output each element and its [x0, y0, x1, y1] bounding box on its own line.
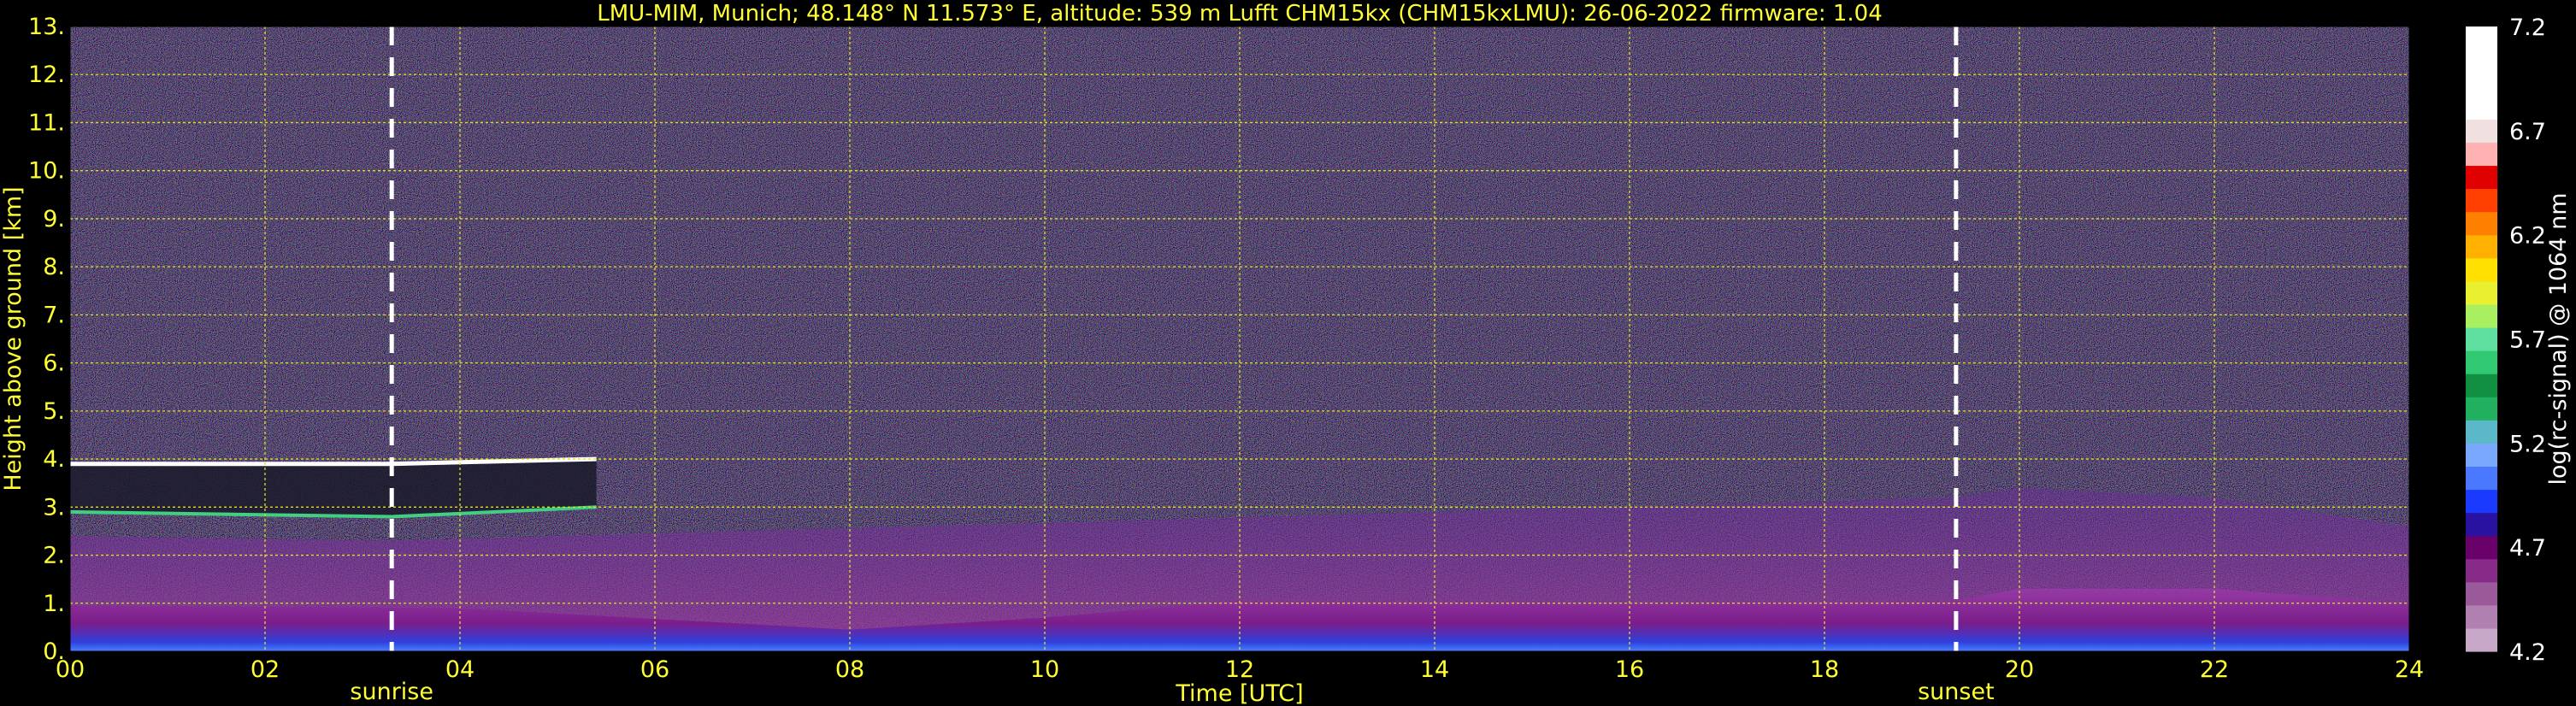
colorbar-segment	[2466, 535, 2497, 560]
y-tick-9: 9.	[43, 206, 65, 232]
colorbar-segment	[2466, 420, 2497, 444]
y-tick-8: 8.	[43, 254, 65, 280]
colorbar-segment	[2466, 604, 2497, 629]
colorbar-segment	[2466, 165, 2497, 190]
ceilometer-chart: LMU-MIM, Munich; 48.148° N 11.573° E, al…	[0, 1, 2572, 706]
x-axis-label: Time [UTC]	[1175, 680, 1303, 706]
colorbar-segment	[2466, 443, 2497, 468]
colorbar-segment	[2466, 73, 2497, 97]
colorbar-segment	[2466, 96, 2497, 120]
colorbar-segment	[2466, 303, 2497, 328]
colorbar-segment	[2466, 142, 2497, 167]
colorbar-tick-4.2: 4.2	[2509, 639, 2546, 666]
sun-marker-labels: sunrise sunset	[350, 679, 1994, 705]
colorbar-segment	[2466, 211, 2497, 236]
colorbar	[2466, 26, 2497, 652]
colorbar-segment	[2466, 489, 2497, 514]
x-tick-08: 08	[835, 656, 864, 683]
colorbar-segment	[2466, 26, 2497, 50]
cloud-layer	[70, 459, 597, 517]
colorbar-tick-labels: 7.2 6.7 6.2 5.7 5.2 4.7 4.2	[2509, 15, 2546, 666]
x-tick-14: 14	[1420, 656, 1449, 683]
colorbar-segment	[2466, 234, 2497, 259]
colorbar-segment	[2466, 119, 2497, 143]
y-tick-10: 10.	[28, 158, 65, 185]
y-tick-6: 6.	[43, 350, 65, 377]
colorbar-tick-7.2: 7.2	[2509, 15, 2546, 41]
x-tick-10: 10	[1030, 656, 1059, 683]
y-tick-12: 12.	[28, 62, 65, 88]
x-tick-12: 12	[1225, 656, 1254, 683]
x-tick-22: 22	[2200, 656, 2229, 683]
sunrise-label: sunrise	[350, 679, 433, 705]
colorbar-segment	[2466, 558, 2497, 583]
y-tick-3: 3.	[43, 494, 65, 521]
colorbar-tick-6.2: 6.2	[2509, 223, 2546, 250]
colorbar-segment	[2466, 50, 2497, 74]
y-tick-1: 1.	[43, 591, 65, 617]
colorbar-tick-5.2: 5.2	[2509, 431, 2546, 457]
colorbar-tick-4.7: 4.7	[2509, 535, 2546, 562]
x-tick-02: 02	[251, 656, 280, 683]
colorbar-segment	[2466, 374, 2497, 397]
y-tick-7: 7.	[43, 302, 65, 328]
colorbar-segment	[2466, 257, 2497, 282]
x-tick-20: 20	[2005, 656, 2034, 683]
colorbar-segment	[2466, 581, 2497, 606]
y-tick-4: 4.	[43, 446, 65, 473]
colorbar-segment	[2466, 512, 2497, 537]
y-axis-label: Height above ground [km]	[0, 186, 27, 491]
colorbar-segment	[2466, 188, 2497, 213]
y-tick-2: 2.	[43, 543, 65, 569]
colorbar-segment	[2466, 466, 2497, 491]
x-tick-18: 18	[1810, 656, 1839, 683]
colorbar-segment	[2466, 280, 2497, 305]
colorbar-segment	[2466, 327, 2497, 351]
y-tick-labels: 0. 1. 2. 3. 4. 5. 6. 7. 8. 9. 10. 11. 12. 13.	[28, 14, 65, 665]
y-tick-5: 5.	[43, 398, 65, 425]
y-tick-0: 0.	[43, 638, 65, 665]
colorbar-tick-5.7: 5.7	[2509, 327, 2546, 354]
y-tick-11: 11.	[28, 109, 65, 136]
colorbar-segment	[2466, 397, 2497, 421]
chart-title: LMU-MIM, Munich; 48.148° N 11.573° E, al…	[597, 1, 1882, 26]
colorbar-segment	[2466, 350, 2497, 374]
x-tick-06: 06	[640, 656, 669, 683]
y-tick-13: 13.	[28, 14, 65, 40]
x-tick-04: 04	[445, 656, 475, 683]
x-tick-16: 16	[1615, 656, 1644, 683]
colorbar-segment	[2466, 627, 2497, 652]
colorbar-label: log(rc-signal) @ 1064 nm	[2545, 192, 2572, 485]
colorbar-tick-6.7: 6.7	[2509, 119, 2546, 145]
sunset-label: sunset	[1918, 679, 1995, 705]
x-tick-24: 24	[2395, 656, 2424, 683]
